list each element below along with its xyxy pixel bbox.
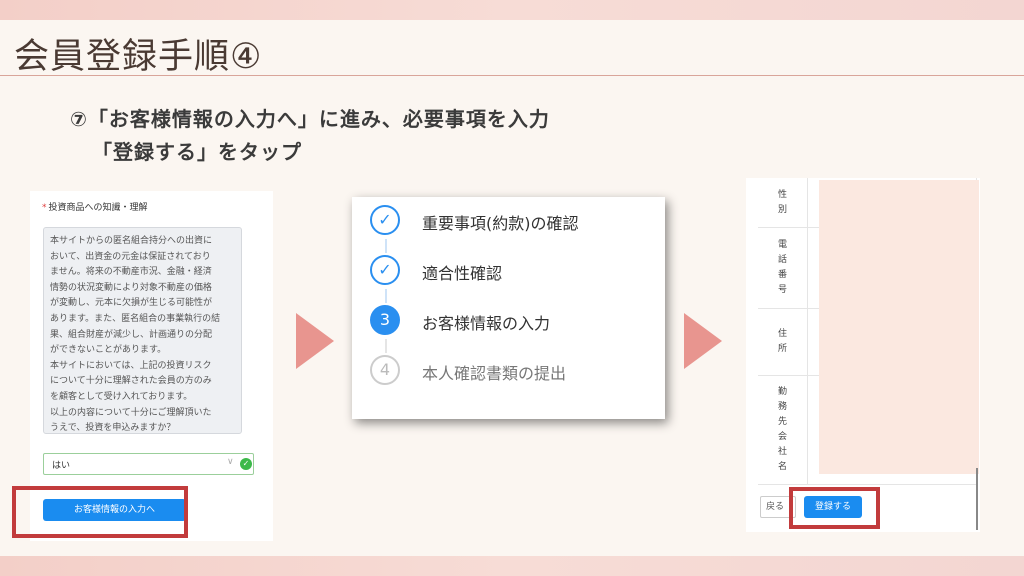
instruction-line-2: 「登録する」をタップ	[92, 140, 302, 164]
chevron-down-icon: ∨	[227, 457, 234, 467]
step-connector	[385, 289, 387, 303]
highlight-box-next-button	[12, 486, 188, 538]
title-divider	[0, 75, 1024, 76]
required-mark: *	[42, 203, 47, 213]
top-band	[0, 0, 1024, 20]
step-label: お客様情報の入力	[422, 314, 551, 333]
step-connector	[385, 239, 387, 253]
row-header-label: 住所	[777, 329, 787, 354]
registration-form-panel: 性別 電話番号 住所 勤務先会社名 戻る 登録する	[746, 178, 980, 532]
step-item: ✓ 適合性確認	[370, 255, 660, 289]
row-header: 電話番号	[758, 228, 808, 308]
step-item-pending: 4 本人確認書類の提出	[370, 355, 660, 389]
arrow-right-icon	[296, 313, 334, 369]
row-header-label: 勤務先会社名	[777, 387, 787, 472]
disclaimer-textbox[interactable]: 本サイトからの匿名組合持分への出資に おいて、出資金の元金は保証されており ませ…	[43, 227, 242, 434]
answer-select[interactable]: はい ∨ ✓	[43, 453, 254, 475]
row-header-label: 電話番号	[777, 240, 787, 295]
step-done-check-icon: ✓	[370, 255, 400, 285]
input-area[interactable]	[819, 180, 979, 474]
row-header: 住所	[758, 309, 808, 375]
step-label: 本人確認書類の提出	[422, 364, 567, 383]
step-item-active: 3 お客様情報の入力	[370, 305, 660, 339]
step-label: 重要事項(約款)の確認	[422, 214, 579, 233]
step-connector	[385, 339, 387, 353]
row-header: 性別	[758, 178, 808, 227]
slide-title: 会員登録手順④	[14, 37, 263, 77]
step-item: ✓ 重要事項(約款)の確認	[370, 205, 660, 239]
valid-check-icon: ✓	[240, 458, 252, 470]
field-label-text: 投資商品への知識・理解	[48, 203, 148, 213]
row-header-label: 性別	[777, 189, 787, 215]
step-number: 4	[370, 355, 400, 385]
scrollbar[interactable]	[976, 468, 978, 530]
instruction-line-1: ⑦「お客様情報の入力へ」に進み、必要事項を入力	[70, 107, 550, 131]
customer-info-table: 性別 電話番号 住所 勤務先会社名	[758, 178, 979, 485]
instruction-text: ⑦「お客様情報の入力へ」に進み、必要事項を入力 「登録する」をタップ	[70, 103, 550, 169]
row-header: 勤務先会社名	[758, 376, 808, 484]
progress-steps-panel: ✓ 重要事項(約款)の確認 ✓ 適合性確認 3 お客様情報の入力 4 本人確認書…	[352, 197, 665, 419]
field-label: * 投資商品への知識・理解	[42, 200, 148, 213]
arrow-right-icon	[684, 313, 722, 369]
bottom-band	[0, 556, 1024, 576]
step-done-check-icon: ✓	[370, 205, 400, 235]
highlight-box-register-button	[789, 487, 880, 529]
step-label: 適合性確認	[422, 264, 503, 283]
step-number: 3	[370, 305, 400, 335]
answer-select-value: はい	[52, 461, 71, 471]
